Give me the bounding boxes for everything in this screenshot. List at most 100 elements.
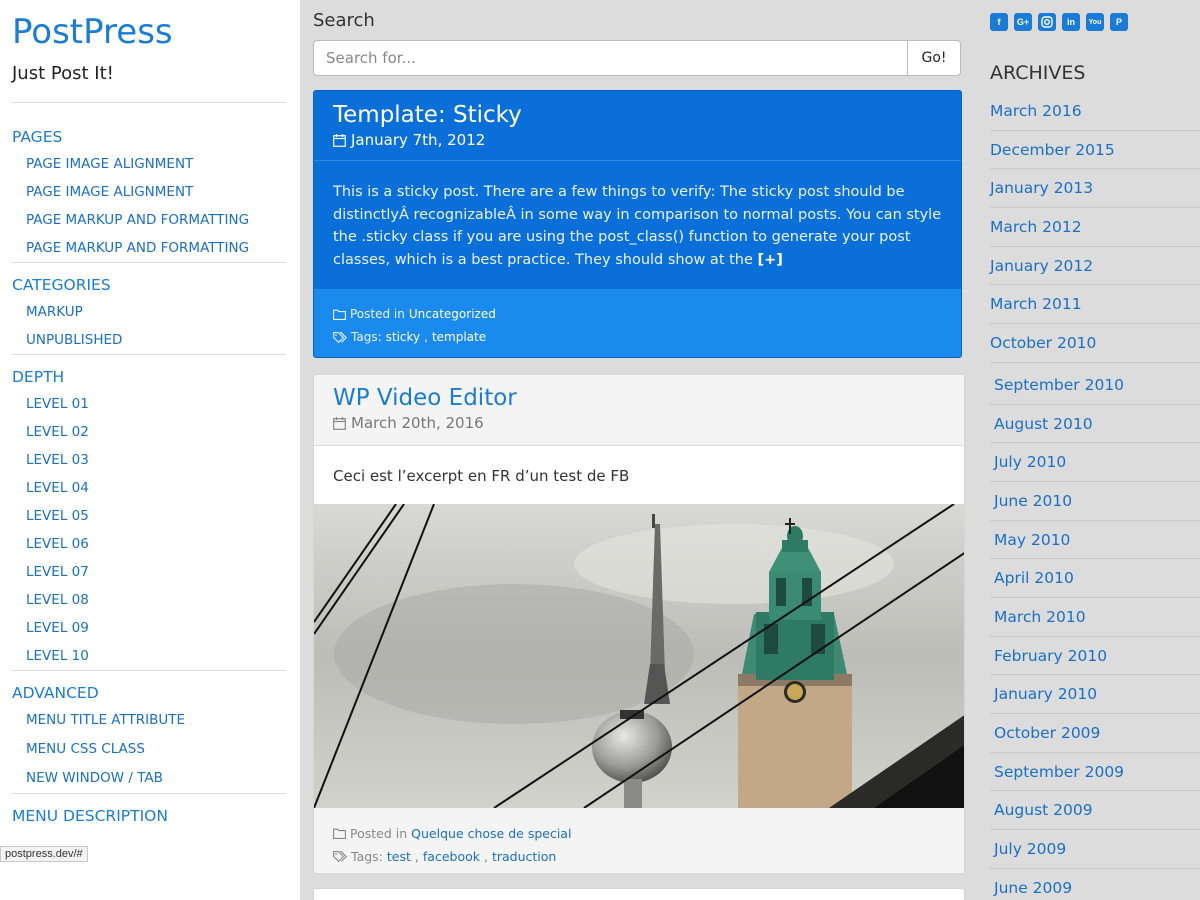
tags-label: Tags:	[351, 330, 382, 344]
tags-icon	[333, 332, 347, 343]
sticky-post-header: Template: Sticky January 7th, 2012	[314, 91, 961, 161]
search-input[interactable]	[313, 40, 907, 76]
folder-icon	[333, 309, 346, 320]
archive-link[interactable]: September 2010	[990, 366, 1200, 405]
tag-link[interactable]: test	[387, 845, 411, 868]
menu-item[interactable]: LEVEL 04	[12, 474, 286, 502]
menu-heading-depth[interactable]: DEPTH	[12, 355, 286, 390]
menu-section-depth: DEPTH LEVEL 01 LEVEL 02 LEVEL 03 LEVEL 0…	[12, 355, 286, 671]
left-sidebar: PostPress Just Post It! PAGES PAGE IMAGE…	[0, 0, 300, 900]
tags-line: Tags: sticky, template	[333, 326, 942, 349]
menu-item[interactable]: LEVEL 10	[12, 642, 286, 670]
archive-link[interactable]: June 2010	[990, 482, 1200, 521]
archive-link[interactable]: February 2010	[990, 637, 1200, 676]
sticky-post-card: Template: Sticky January 7th, 2012 This …	[313, 90, 962, 358]
tag-separator: ,	[414, 849, 419, 864]
tags-icon	[333, 851, 347, 862]
post-date: January 7th, 2012	[333, 131, 942, 149]
tag-link[interactable]: template	[432, 326, 486, 349]
archives-title: ARCHIVES	[990, 62, 1086, 84]
post-header: WP Video Editor March 20th, 2016	[314, 375, 964, 446]
menu-section-menu-description: MENU DESCRIPTION	[12, 794, 286, 829]
archive-link[interactable]: March 2010	[990, 598, 1200, 637]
sticky-post-excerpt: This is a sticky post. There are a few t…	[314, 161, 961, 289]
menu-section-pages: PAGES PAGE IMAGE ALIGNMENT PAGE IMAGE AL…	[12, 103, 286, 263]
category-link[interactable]: Quelque chose de special	[411, 822, 571, 845]
menu-item[interactable]: LEVEL 07	[12, 558, 286, 586]
next-post-card	[313, 888, 965, 900]
menu-item[interactable]: PAGE MARKUP AND FORMATTING	[12, 234, 286, 262]
archive-link[interactable]: March 2011	[990, 285, 1200, 325]
sticky-post-title[interactable]: Template: Sticky	[333, 101, 942, 129]
category-link[interactable]: Uncategorized	[409, 303, 496, 326]
post-date-text: January 7th, 2012	[351, 131, 486, 149]
menu-heading-categories[interactable]: CATEGORIES	[12, 263, 286, 298]
tags-label: Tags:	[351, 849, 383, 864]
archive-link[interactable]: May 2010	[990, 521, 1200, 560]
menu-item[interactable]: LEVEL 05	[12, 502, 286, 530]
archive-link[interactable]: January 2013	[990, 169, 1200, 209]
posted-in-label: Posted in	[350, 826, 408, 841]
social-links: f G+ in You P	[990, 13, 1128, 31]
instagram-icon[interactable]	[1038, 13, 1056, 31]
search-button[interactable]: Go!	[907, 40, 961, 76]
menu-heading-advanced[interactable]: ADVANCED	[12, 671, 286, 706]
archive-link[interactable]: June 2009	[990, 869, 1200, 900]
archive-link[interactable]: August 2010	[990, 405, 1200, 444]
tag-link[interactable]: facebook	[423, 845, 480, 868]
excerpt-text: This is a sticky post. There are a few t…	[333, 184, 942, 268]
post-date-text: March 20th, 2016	[351, 414, 484, 432]
menu-item[interactable]: LEVEL 01	[12, 390, 286, 418]
archive-link[interactable]: July 2010	[990, 443, 1200, 482]
tags-line: Tags: test, facebook, traduction	[333, 845, 945, 868]
featured-image[interactable]	[314, 504, 965, 808]
pinterest-icon[interactable]: P	[1110, 13, 1128, 31]
calendar-icon	[333, 416, 346, 430]
menu-item[interactable]: MENU TITLE ATTRIBUTE	[12, 706, 286, 735]
menu-item[interactable]: MARKUP	[12, 298, 286, 326]
menu-item[interactable]: LEVEL 09	[12, 614, 286, 642]
sticky-post-footer: Posted in Uncategorized Tags: sticky, te…	[314, 289, 961, 357]
tag-separator: ,	[424, 330, 428, 344]
menu-item[interactable]: LEVEL 08	[12, 586, 286, 614]
menu-heading-menu-description[interactable]: MENU DESCRIPTION	[12, 794, 286, 829]
archive-link[interactable]: August 2009	[990, 791, 1200, 831]
menu-item[interactable]: PAGE MARKUP AND FORMATTING	[12, 206, 286, 234]
posted-in-line: Posted in Uncategorized	[333, 303, 942, 326]
post-excerpt: Ceci est l’excerpt en FR d’un test de FB	[333, 467, 630, 485]
posted-in-line: Posted in Quelque chose de special	[333, 822, 945, 845]
archive-link[interactable]: January 2012	[990, 247, 1200, 286]
menu-item[interactable]: PAGE IMAGE ALIGNMENT	[12, 178, 286, 206]
menu-item[interactable]: LEVEL 03	[12, 446, 286, 474]
menu-item[interactable]: LEVEL 06	[12, 530, 286, 558]
posted-in-label: Posted in	[350, 307, 405, 321]
archive-link[interactable]: March 2016	[990, 92, 1200, 131]
archive-link[interactable]: October 2009	[990, 714, 1200, 753]
menu-item[interactable]: UNPUBLISHED	[12, 326, 286, 354]
archive-link[interactable]: March 2012	[990, 208, 1200, 247]
menu-heading-pages[interactable]: PAGES	[12, 103, 286, 150]
facebook-icon[interactable]: f	[990, 13, 1008, 31]
archive-link[interactable]: October 2010	[990, 324, 1200, 363]
archive-link[interactable]: April 2010	[990, 559, 1200, 598]
menu-item[interactable]: NEW WINDOW / TAB	[12, 764, 286, 793]
archive-link[interactable]: July 2009	[990, 830, 1200, 869]
read-more-link[interactable]: [+]	[758, 252, 783, 268]
menu-item[interactable]: LEVEL 02	[12, 418, 286, 446]
youtube-icon[interactable]: You	[1086, 13, 1104, 31]
site-title[interactable]: PostPress	[12, 12, 288, 52]
google-plus-icon[interactable]: G+	[1014, 13, 1032, 31]
site-tagline: Just Post It!	[12, 63, 286, 103]
tag-link[interactable]: sticky	[386, 326, 421, 349]
archive-link[interactable]: January 2010	[990, 675, 1200, 714]
archive-link[interactable]: December 2015	[990, 131, 1200, 170]
archive-link[interactable]: September 2009	[990, 753, 1200, 792]
menu-item[interactable]: PAGE IMAGE ALIGNMENT	[12, 150, 286, 178]
post-title[interactable]: WP Video Editor	[333, 384, 945, 412]
menu-item[interactable]: MENU CSS CLASS	[12, 735, 286, 764]
tag-link[interactable]: traduction	[492, 845, 556, 868]
archives-list: March 2016 December 2015 January 2013 Ma…	[990, 92, 1200, 900]
search-label: Search	[313, 10, 375, 31]
linkedin-icon[interactable]: in	[1062, 13, 1080, 31]
post-footer: Posted in Quelque chose de special Tags:…	[314, 808, 964, 873]
